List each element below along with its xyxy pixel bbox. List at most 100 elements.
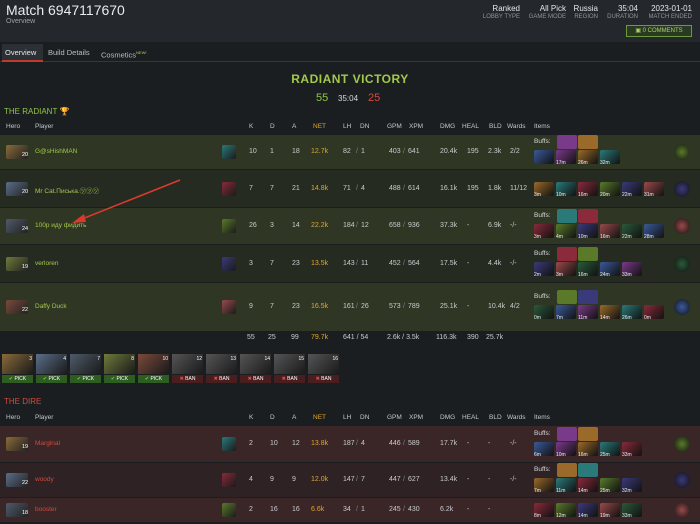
item-time: 14m — [578, 513, 588, 519]
player-name[interactable]: G@sHishMAN — [35, 148, 77, 155]
item-time: 31m — [644, 191, 654, 198]
hero-level: 20 — [22, 152, 29, 158]
cross-icon: ✖ — [281, 376, 286, 382]
stat-net: 13.8k — [311, 440, 329, 447]
meta-duration: 35:04 DURATION — [607, 4, 638, 20]
hero-level: 19 — [22, 263, 29, 270]
item-time: 10m — [578, 234, 588, 240]
stat-dmg: 17.5k — [440, 259, 458, 267]
item-time: 14m — [600, 315, 610, 321]
player-name[interactable]: 100р иду фидить — [35, 222, 87, 229]
check-icon: ✔ — [110, 376, 116, 382]
item-time: 25m — [600, 452, 610, 458]
stat-heal: - — [467, 506, 470, 513]
item-time: 33m — [622, 271, 632, 278]
dire-score: 25 — [368, 92, 381, 104]
neutral-item-icon[interactable] — [674, 180, 690, 197]
item-time: 4m — [556, 234, 563, 240]
draft-ban[interactable]: 12 ✖ BAN — [172, 354, 203, 384]
stat-a: 18 — [292, 148, 300, 155]
dire-title: THE DIRE — [4, 397, 42, 406]
item-time: 3m — [556, 271, 563, 278]
draft-ban[interactable]: 14 ✖ BAN — [240, 354, 271, 384]
draft-type: PICK — [116, 376, 129, 382]
player-name[interactable]: verloren — [35, 260, 58, 267]
meta-match-ended: 2023-01-01 MATCH ENDED — [648, 4, 692, 20]
stat-gpm: 488 — [389, 184, 401, 192]
stat-xpm: 641 — [408, 148, 420, 155]
hero-level: 19 — [22, 444, 29, 450]
draft-order: 13 — [230, 356, 236, 362]
item-time: 12m — [556, 513, 566, 519]
stat-xpm: 627 — [408, 476, 420, 483]
stat-k: 2 — [249, 506, 253, 513]
buff-icon — [578, 427, 598, 441]
draft-pick[interactable]: 4 ✔ PICK — [36, 354, 67, 384]
item-time: 16m — [578, 452, 588, 458]
draft-type: PICK — [82, 376, 95, 382]
neutral-item-icon[interactable] — [674, 502, 690, 518]
player-name[interactable]: Mr Cat.Писька.㋡㋡㋡ — [35, 185, 99, 195]
hero-level: 22 — [22, 480, 29, 486]
cross-icon: ✖ — [247, 376, 252, 382]
item-time: 3m — [534, 234, 541, 240]
rank-medal-icon — [222, 219, 236, 233]
item-time: 6m — [534, 452, 541, 458]
neutral-item-icon[interactable] — [674, 255, 690, 272]
tab-build-details[interactable]: Build Details — [45, 44, 95, 62]
stat-d: 16 — [270, 506, 278, 513]
neutral-item-icon[interactable] — [674, 218, 690, 234]
stat-dmg: 6.2k — [440, 506, 454, 513]
item-time: 19m — [600, 513, 610, 519]
player-row: 22 Daffy Duck 9 7 23 16.5k 161 26 573 789 25.1k - 10… — [0, 283, 700, 331]
match-subtitle: Overview — [6, 18, 36, 25]
stat-d: 1 — [270, 148, 274, 155]
neutral-item-icon[interactable] — [674, 472, 690, 488]
item-time: 33m — [622, 452, 632, 458]
cross-icon: ✖ — [315, 376, 320, 382]
stat-dn: 7 — [361, 476, 365, 483]
stat-lh: 187 — [343, 440, 355, 447]
tab-cosmetics[interactable]: CosmeticsNEW! — [98, 44, 158, 62]
draft-pick[interactable]: 8 ✔ PICK — [104, 354, 135, 384]
stat-a: 23 — [292, 303, 300, 310]
player-name[interactable]: Marginal — [35, 440, 60, 447]
item-time: 7m — [556, 315, 563, 321]
item-time: 11m — [556, 488, 566, 494]
rank-medal-icon — [222, 256, 236, 271]
neutral-item-icon[interactable] — [674, 144, 690, 160]
draft-ban[interactable]: 15 ✖ BAN — [274, 354, 305, 384]
check-icon: ✔ — [144, 376, 150, 382]
stat-bld: - — [488, 440, 491, 447]
stat-d: 7 — [270, 184, 274, 192]
draft-pick[interactable]: 7 ✔ PICK — [70, 354, 101, 384]
comment-icon: ▣ — [635, 28, 641, 34]
hero-level: 24 — [22, 226, 29, 232]
player-row: 22 woody 4 9 9 12.0k 147 7 447 627 13.4k - - -/- / / Buf… — [0, 463, 700, 497]
check-icon: ✔ — [8, 376, 14, 382]
stat-dmg: 17.7k — [440, 440, 458, 447]
draft-pick[interactable]: 10 ✔ PICK — [138, 354, 169, 384]
neutral-item-icon[interactable] — [674, 436, 690, 452]
buff-icon — [557, 463, 577, 477]
tab-overview[interactable]: Overview — [2, 44, 43, 62]
draft-order: 10 — [162, 356, 168, 362]
draft-ban[interactable]: 13 ✖ BAN — [206, 354, 237, 384]
player-name[interactable]: woody — [35, 476, 54, 483]
radiant-score: 55 — [316, 92, 329, 104]
draft-type: PICK — [48, 376, 61, 382]
player-row: 18 booster 2 16 16 6.6k 34 1 245 430 6.2k - - //8m 12m… — [0, 498, 700, 522]
draft-pick[interactable]: 3 ✔ PICK — [2, 354, 33, 384]
neutral-item-icon[interactable] — [674, 299, 690, 315]
meta-region: Russia REGION — [573, 4, 598, 20]
player-name[interactable]: booster — [35, 506, 57, 513]
stat-dmg: 37.3k — [440, 222, 458, 229]
tab-bar: Overview Build Details CosmeticsNEW! — [0, 44, 700, 62]
item-icon[interactable] — [534, 150, 554, 164]
stat-wards: -/- — [510, 476, 517, 483]
stat-heal: 195 — [467, 184, 479, 192]
draft-ban[interactable]: 16 ✖ BAN — [308, 354, 339, 384]
comments-button[interactable]: ▣ 0 COMMENTS — [626, 25, 692, 37]
stat-lh: 82 — [343, 148, 351, 155]
player-name[interactable]: Daffy Duck — [35, 303, 67, 310]
